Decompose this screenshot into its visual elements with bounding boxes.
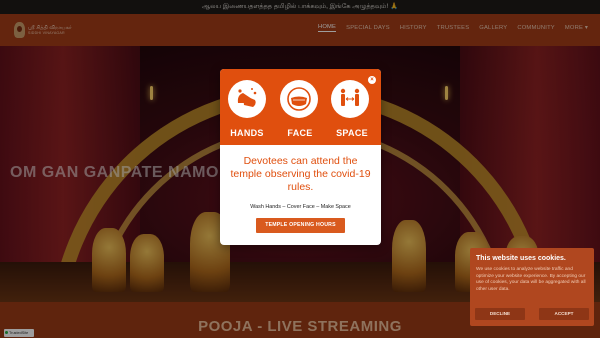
close-icon[interactable]: × [368,76,376,84]
temple-opening-hours-button[interactable]: TEMPLE OPENING HOURS [256,218,345,233]
modal-subtext: Wash Hands – Cover Face – Make Space [250,204,351,210]
accept-button[interactable]: ACCEPT [539,308,589,320]
icon-label-face: FACE [287,128,313,138]
social-distance-icon [331,80,369,118]
icon-label-hands: HANDS [230,128,264,138]
decline-button[interactable]: DECLINE [475,308,525,320]
cookie-banner: This website uses cookies. We use cookie… [470,248,594,326]
face-mask-icon [280,80,318,118]
cookie-buttons: DECLINE ACCEPT [475,308,589,320]
cookie-title: This website uses cookies. [476,255,566,262]
icon-label-space: SPACE [336,128,368,138]
modal-heading: Devotees can attend the temple observing… [230,155,371,193]
hand-wash-icon [228,80,266,118]
covid-rules-modal: × HANDS FACE SPACE Devotees can attend t… [220,69,381,245]
cookie-text: We use cookies to analyze website traffi… [476,267,586,292]
